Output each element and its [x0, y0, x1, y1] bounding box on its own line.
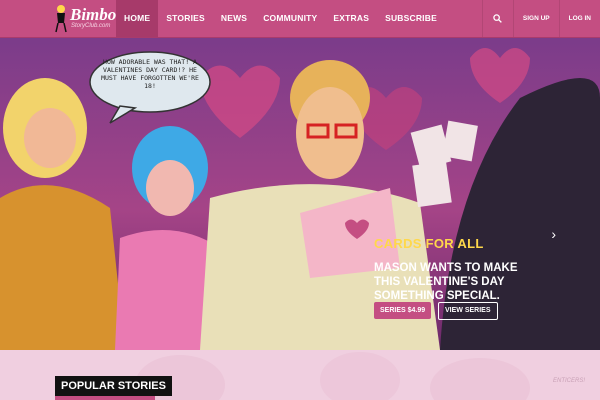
hero-illustration	[0, 48, 600, 350]
main-menu: HOME STORIES NEWS COMMUNITY EXTRAS SUBSC…	[116, 0, 445, 37]
nav-news[interactable]: NEWS	[213, 0, 255, 37]
hero-caption: CARDS FOR ALL MASON WANTS TO MAKE THIS V…	[374, 236, 534, 303]
nav-right: SIGN UP LOG IN	[481, 0, 600, 37]
next-slide-arrow-icon[interactable]: ›	[551, 226, 556, 242]
logo-figure-icon	[55, 5, 67, 33]
hero-title: CARDS FOR ALL	[374, 236, 484, 251]
view-series-button[interactable]: VIEW SERIES	[438, 302, 498, 320]
hero-carousel[interactable]: HOW ADORABLE WAS THAT! A VALENTINES DAY …	[0, 38, 600, 350]
search-icon	[493, 14, 503, 23]
nav-subscribe[interactable]: SUBSCRIBE	[377, 0, 445, 37]
search-button[interactable]	[481, 0, 513, 37]
heading-underline	[55, 396, 155, 400]
speech-bubble-text: HOW ADORABLE WAS THAT! A VALENTINES DAY …	[101, 58, 199, 90]
nav-home[interactable]: HOME	[116, 0, 159, 37]
top-navbar: Bimbo StoryClub.com HOME STORIES NEWS CO…	[0, 0, 600, 38]
buy-series-button[interactable]: SERIES $4.99	[374, 302, 432, 319]
signup-link[interactable]: SIGN UP	[512, 0, 559, 37]
site-logo[interactable]: Bimbo StoryClub.com	[52, 3, 116, 33]
popular-stories-heading: POPULAR STORIES	[55, 376, 172, 396]
logo-text: Bimbo	[70, 5, 117, 24]
nav-extras[interactable]: EXTRAS	[325, 0, 377, 37]
nav-community[interactable]: COMMUNITY	[255, 0, 325, 37]
nav-stories[interactable]: STORIES	[158, 0, 213, 37]
watermark-text: ENTICERS!	[553, 378, 586, 384]
logo-subtext: StoryClub.com	[71, 23, 111, 29]
hero-description: MASON WANTS TO MAKE THIS VALENTINE'S DAY…	[374, 262, 518, 302]
login-link[interactable]: LOG IN	[558, 0, 600, 37]
